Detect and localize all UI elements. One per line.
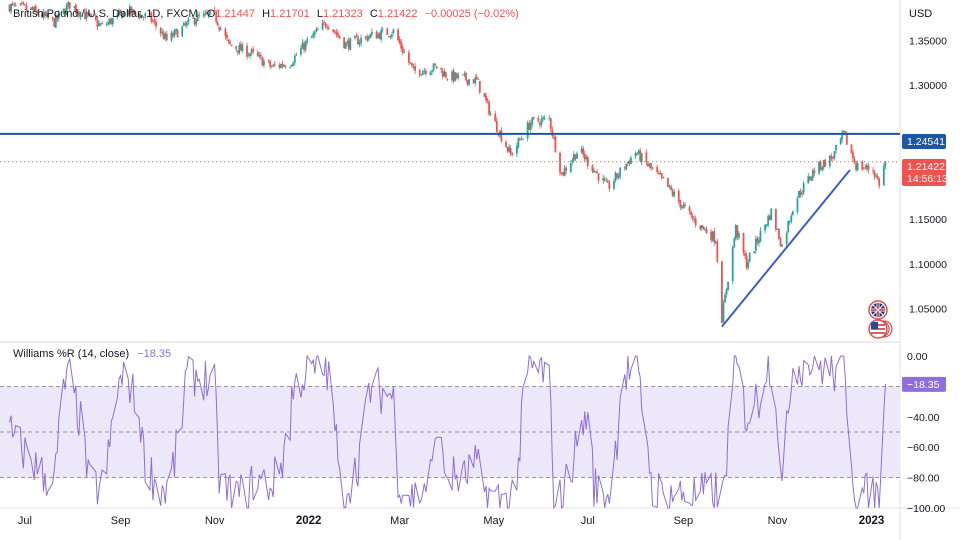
candle [554, 135, 557, 153]
svg-text:−18.35: −18.35 [907, 379, 940, 391]
time-tick-label: Sep [674, 515, 694, 527]
time-tick-label: Jul [581, 515, 595, 527]
candle [369, 33, 372, 39]
candle [526, 120, 529, 142]
price-tick-label: 1.05000 [909, 304, 947, 316]
candle [716, 238, 719, 264]
candle [182, 21, 185, 27]
symbol-title: British Pound / U.S. Dollar, 1D, FXCM O1… [13, 8, 519, 20]
time-tick-label: Mar [390, 515, 409, 527]
candle [181, 25, 184, 38]
candle [721, 260, 723, 324]
indicator-tick-label: −40.00 [907, 412, 940, 424]
candle [824, 158, 827, 167]
last-price-value: 1.21422 [907, 161, 945, 173]
candle [768, 214, 771, 221]
candle [818, 160, 820, 176]
price-tick-label: 1.15000 [909, 214, 947, 226]
candle [731, 246, 734, 285]
candle [778, 228, 780, 240]
candle [770, 208, 773, 221]
indicator-tick-label: −80.00 [907, 473, 940, 485]
candle [8, 4, 11, 13]
time-tick-label: Nov [205, 515, 225, 527]
candle [261, 56, 264, 66]
candle [559, 151, 561, 177]
candle [839, 137, 842, 146]
currency-label: USD [909, 8, 932, 20]
candle [483, 93, 486, 98]
indicator-tick-label: 0.00 [907, 351, 928, 363]
gb-flag-icon[interactable] [868, 300, 888, 320]
candle [488, 100, 490, 117]
candle [454, 71, 457, 82]
candle [344, 41, 347, 50]
time-tick-label: Sep [111, 515, 131, 527]
price-tick-label: 1.10000 [909, 259, 947, 271]
chart-canvas[interactable]: British Pound / U.S. Dollar, 1D, FXCM O1… [0, 0, 960, 540]
candle [472, 79, 475, 84]
candle [711, 230, 714, 242]
indicator-last-label: −18.35 [902, 376, 946, 392]
candle [733, 236, 736, 249]
time-tick-label: 2022 [296, 515, 322, 527]
candle [349, 37, 352, 51]
level-price-label: 1.24541 [902, 134, 946, 149]
candle [798, 190, 800, 199]
time-tick-label: May [483, 515, 504, 527]
candle [722, 299, 725, 323]
candle [787, 220, 790, 234]
candle [280, 63, 282, 69]
countdown-timer: 14:56:13 [907, 173, 948, 185]
candle [727, 281, 729, 291]
indicator-title: Williams %R (14, close) −18.35 [13, 348, 171, 360]
candle [343, 36, 346, 49]
candle [796, 196, 799, 215]
price-tick-label: 1.30000 [909, 80, 947, 92]
last-price-label: 1.21422 14:56:13 [902, 159, 948, 186]
candle [774, 207, 777, 232]
candle [850, 143, 853, 154]
candle [882, 162, 885, 187]
time-tick-label: Nov [768, 515, 788, 527]
candle [734, 223, 737, 241]
price-tick-label: 1.35000 [909, 35, 947, 47]
candle [748, 251, 751, 263]
candle [742, 232, 745, 256]
svg-text:1.24541: 1.24541 [907, 136, 945, 148]
candle [753, 251, 756, 254]
candle [667, 177, 669, 188]
us-flag-icon[interactable] [868, 319, 893, 339]
time-tick-label: 2023 [859, 515, 885, 527]
indicator-tick-label: −60.00 [907, 442, 940, 454]
indicator-tick-label: −100.00 [907, 503, 945, 515]
time-tick-label: Jul [18, 515, 32, 527]
